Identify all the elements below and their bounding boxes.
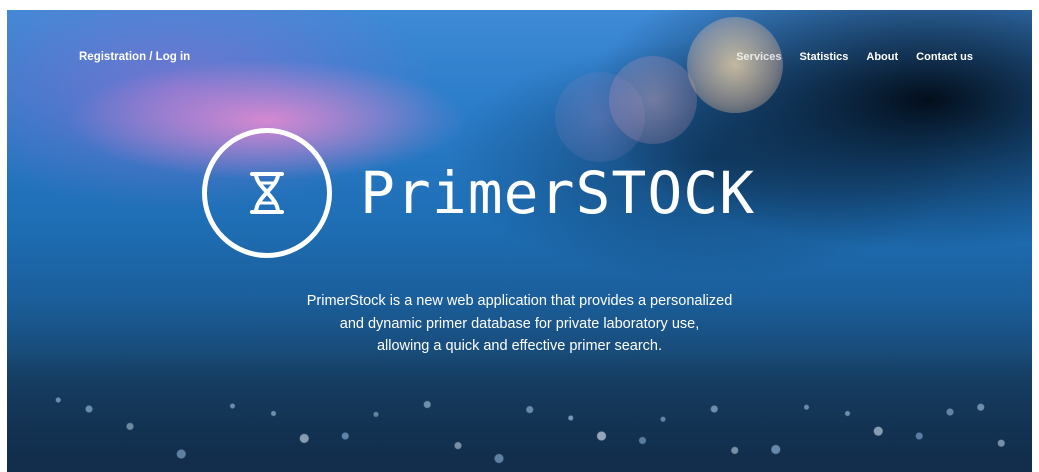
main-nav: Services Statistics About Contact us xyxy=(736,51,973,63)
description-line: and dynamic primer database for private … xyxy=(339,315,700,332)
gravel-ground-foreground xyxy=(7,382,1032,472)
bokeh-light xyxy=(687,17,783,113)
nav-item-services[interactable]: Services xyxy=(736,51,781,63)
hero-description: PrimerStock is a new web application tha… xyxy=(0,290,1039,358)
page: Registration / Log in Services Statistic… xyxy=(0,0,1039,472)
bokeh-light xyxy=(555,72,645,162)
dna-helix-icon xyxy=(250,172,284,214)
description-line: allowing a quick and effective primer se… xyxy=(376,338,663,354)
bokeh-light xyxy=(609,56,697,144)
nav-item-statistics[interactable]: Statistics xyxy=(799,51,848,63)
nav-item-about[interactable]: About xyxy=(866,51,898,63)
description-line: PrimerStock is a new web application tha… xyxy=(306,293,733,309)
nav-item-contact-us[interactable]: Contact us xyxy=(916,51,973,63)
logo-badge xyxy=(202,128,332,258)
site-title: PrimerSTOCK xyxy=(360,159,756,227)
hero-banner xyxy=(7,10,1032,472)
registration-login-link[interactable]: Registration / Log in xyxy=(79,51,190,63)
